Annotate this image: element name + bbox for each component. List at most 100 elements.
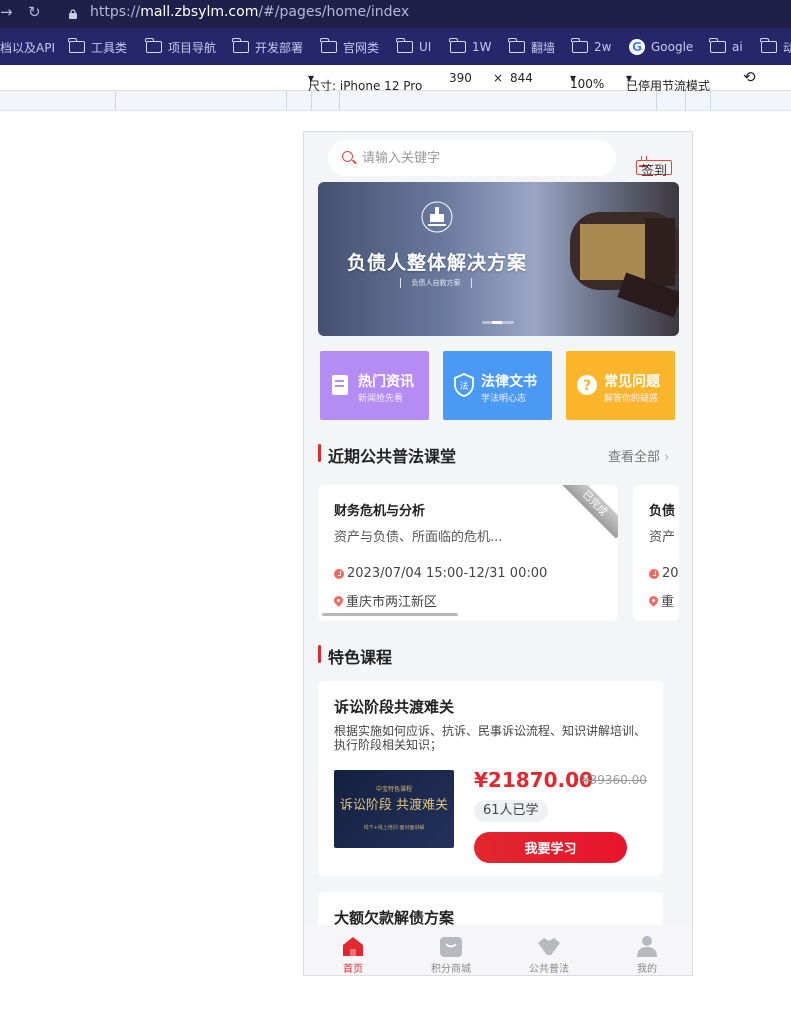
bookmark-item[interactable]: 2w — [571, 38, 611, 55]
lock-icon — [69, 9, 77, 19]
bookmark-item[interactable]: 档以及API — [0, 39, 55, 55]
bookmark-item[interactable]: 翻墙 — [508, 38, 555, 55]
tile-sub: 解答你的疑惑 — [604, 394, 659, 404]
phone-viewport: 签到 负债人整体解决方案 负债人自救方案 热门资讯 新闻抢先看 法 — [303, 131, 693, 976]
shopping-bag-icon — [440, 937, 462, 957]
bottom-tab-bar: 首页 积分商城 公共普法 我的 — [304, 925, 692, 975]
lecture-time: 20 — [649, 566, 679, 581]
section-header-lectures: 近期公共普法课堂 — [318, 443, 518, 466]
height-input[interactable]: 844 — [510, 71, 533, 85]
reload-icon[interactable]: ↻ — [28, 3, 41, 21]
lecture-location: 重 — [647, 591, 674, 610]
tab-points-mall[interactable]: 积分商城 — [402, 925, 500, 975]
view-all-link[interactable]: 查看全部 › — [608, 446, 669, 465]
thumb-caption: 中宝特色课程 — [375, 786, 412, 793]
lecture-card[interactable]: 已完成 财务危机与分析 资产与负债、所面临的危机... 2023/07/04 1… — [318, 485, 618, 621]
folder-icon — [396, 38, 413, 53]
tile-label: 常见问题 — [604, 374, 660, 390]
address-bar[interactable]: https://mall.zbsylm.com/#/pages/home/ind… — [90, 4, 409, 20]
lecture-title: 财务危机与分析 — [334, 504, 426, 519]
course-thumbnail[interactable]: 中宝特色课程 诉讼阶段 共渡难关 线下+线上培训 面对面讲解 — [334, 770, 454, 848]
tile-legal-docs[interactable]: 法 法律文书 学法明心志 — [443, 351, 552, 420]
bookmark-item[interactable]: 1W — [449, 38, 492, 55]
user-icon — [637, 936, 657, 957]
bookmark-item[interactable]: 项目导航 — [145, 38, 216, 55]
tile-label: 热门资讯 — [358, 374, 414, 390]
lecture-location: 重庆市两江新区 — [332, 591, 437, 610]
media-query-ruler — [0, 91, 791, 111]
dimension-separator: × — [493, 71, 504, 85]
zoom-select[interactable]: 100% ▾ — [570, 71, 604, 91]
device-select[interactable]: 尺寸: iPhone 12 Pro ▾ — [308, 71, 422, 93]
course-title: 诉讼阶段共渡难关 — [334, 698, 455, 716]
folder-icon — [449, 38, 466, 53]
location-pin-icon — [647, 594, 660, 607]
folder-icon — [508, 38, 525, 53]
width-input[interactable]: 390 — [449, 71, 472, 85]
bookmark-item[interactable]: ai — [709, 38, 743, 55]
svg-text:?: ? — [583, 378, 591, 394]
tab-label: 公共普法 — [529, 964, 569, 975]
signin-button[interactable]: 签到 — [636, 138, 672, 180]
tab-profile[interactable]: 我的 — [598, 925, 692, 975]
section-header-featured: 特色课程 — [318, 644, 518, 667]
rotate-icon[interactable]: ⟲ — [743, 68, 756, 86]
bookmark-item[interactable]: 动 — [760, 38, 791, 55]
chevron-right-icon: › — [664, 450, 670, 465]
tab-public-law[interactable]: 公共普法 — [500, 925, 598, 975]
tab-label: 我的 — [637, 964, 657, 975]
folder-icon — [232, 38, 249, 53]
svg-text:法: 法 — [459, 380, 468, 392]
section-title: 近期公共普法课堂 — [328, 447, 457, 466]
section-accent-bar — [318, 645, 321, 663]
gavel-image — [570, 212, 679, 318]
thumb-footer: 线下+线上培训 面对面讲解 — [363, 825, 425, 831]
completed-badge: 已完成 — [559, 485, 618, 539]
bookmarks-bar: 档以及API 工具类 项目导航 开发部署 官网类 UI 1W 翻墙 2w G Go… — [0, 28, 791, 65]
handshake-icon — [538, 938, 560, 955]
browser-url-bar: → ↻ https://mall.zbsylm.com/#/pages/home… — [0, 0, 791, 28]
tab-home[interactable]: 首页 — [304, 925, 402, 975]
google-icon: G — [629, 39, 645, 55]
question-icon: ? — [577, 375, 597, 395]
news-icon — [332, 375, 348, 395]
banner-carousel[interactable]: 负债人整体解决方案 负债人自救方案 — [318, 182, 679, 336]
bookmark-item[interactable]: 官网类 — [320, 38, 379, 55]
thumb-title: 诉讼阶段 共渡难关 — [339, 798, 449, 813]
lecture-desc: 资产 — [649, 530, 676, 545]
tile-faq[interactable]: ? 常见问题 解答你的疑惑 — [566, 351, 675, 420]
course-desc: 根据实施如何应诉、抗诉、民事诉讼流程、知识讲解培训、执行阶段相关知识； — [334, 724, 647, 752]
tile-hot-news[interactable]: 热门资讯 新闻抢先看 — [320, 351, 429, 420]
folder-icon — [571, 38, 588, 53]
bookmark-item[interactable]: 开发部署 — [232, 38, 303, 55]
bookmark-item[interactable]: 工具类 — [68, 38, 127, 55]
tile-sub: 新闻抢先看 — [358, 394, 404, 404]
search-box[interactable] — [328, 140, 616, 176]
lecture-title: 负债 — [649, 504, 676, 519]
device-toolbar: 尺寸: iPhone 12 Pro ▾ 390 × 844 100% ▾ 已停用… — [0, 65, 791, 93]
search-input[interactable] — [362, 147, 602, 169]
folder-icon — [145, 38, 162, 53]
tab-label: 首页 — [343, 964, 363, 975]
banner-subtitle: 负债人自救方案 — [400, 278, 472, 288]
shield-law-icon: 法 — [454, 373, 474, 397]
throttle-select[interactable]: 已停用节流模式 ▾ — [626, 71, 710, 93]
folder-icon — [320, 38, 337, 53]
forward-icon[interactable]: → — [0, 3, 13, 21]
tab-label: 积分商城 — [431, 964, 471, 975]
learners-count: 61人已学 — [474, 800, 548, 822]
carousel-indicator — [482, 321, 514, 324]
section-accent-bar — [318, 444, 321, 462]
folder-icon — [68, 38, 85, 53]
tile-sub: 学法明心志 — [481, 394, 527, 404]
horizontal-scrollbar[interactable] — [322, 613, 458, 616]
bookmark-item[interactable]: G Google — [629, 39, 693, 55]
bookmark-item[interactable]: UI — [396, 38, 431, 55]
search-icon — [342, 151, 353, 162]
location-pin-icon — [332, 594, 345, 607]
banner-title: 负债人整体解决方案 — [346, 252, 527, 274]
course-card[interactable]: 诉讼阶段共渡难关 根据实施如何应诉、抗诉、民事诉讼流程、知识讲解培训、执行阶段相… — [318, 681, 663, 876]
lecture-desc: 资产与负债、所面临的危机... — [334, 530, 503, 545]
start-learning-button[interactable]: 我要学习 — [474, 832, 627, 863]
lecture-card[interactable]: 负债 资产 20 重 — [633, 485, 679, 621]
